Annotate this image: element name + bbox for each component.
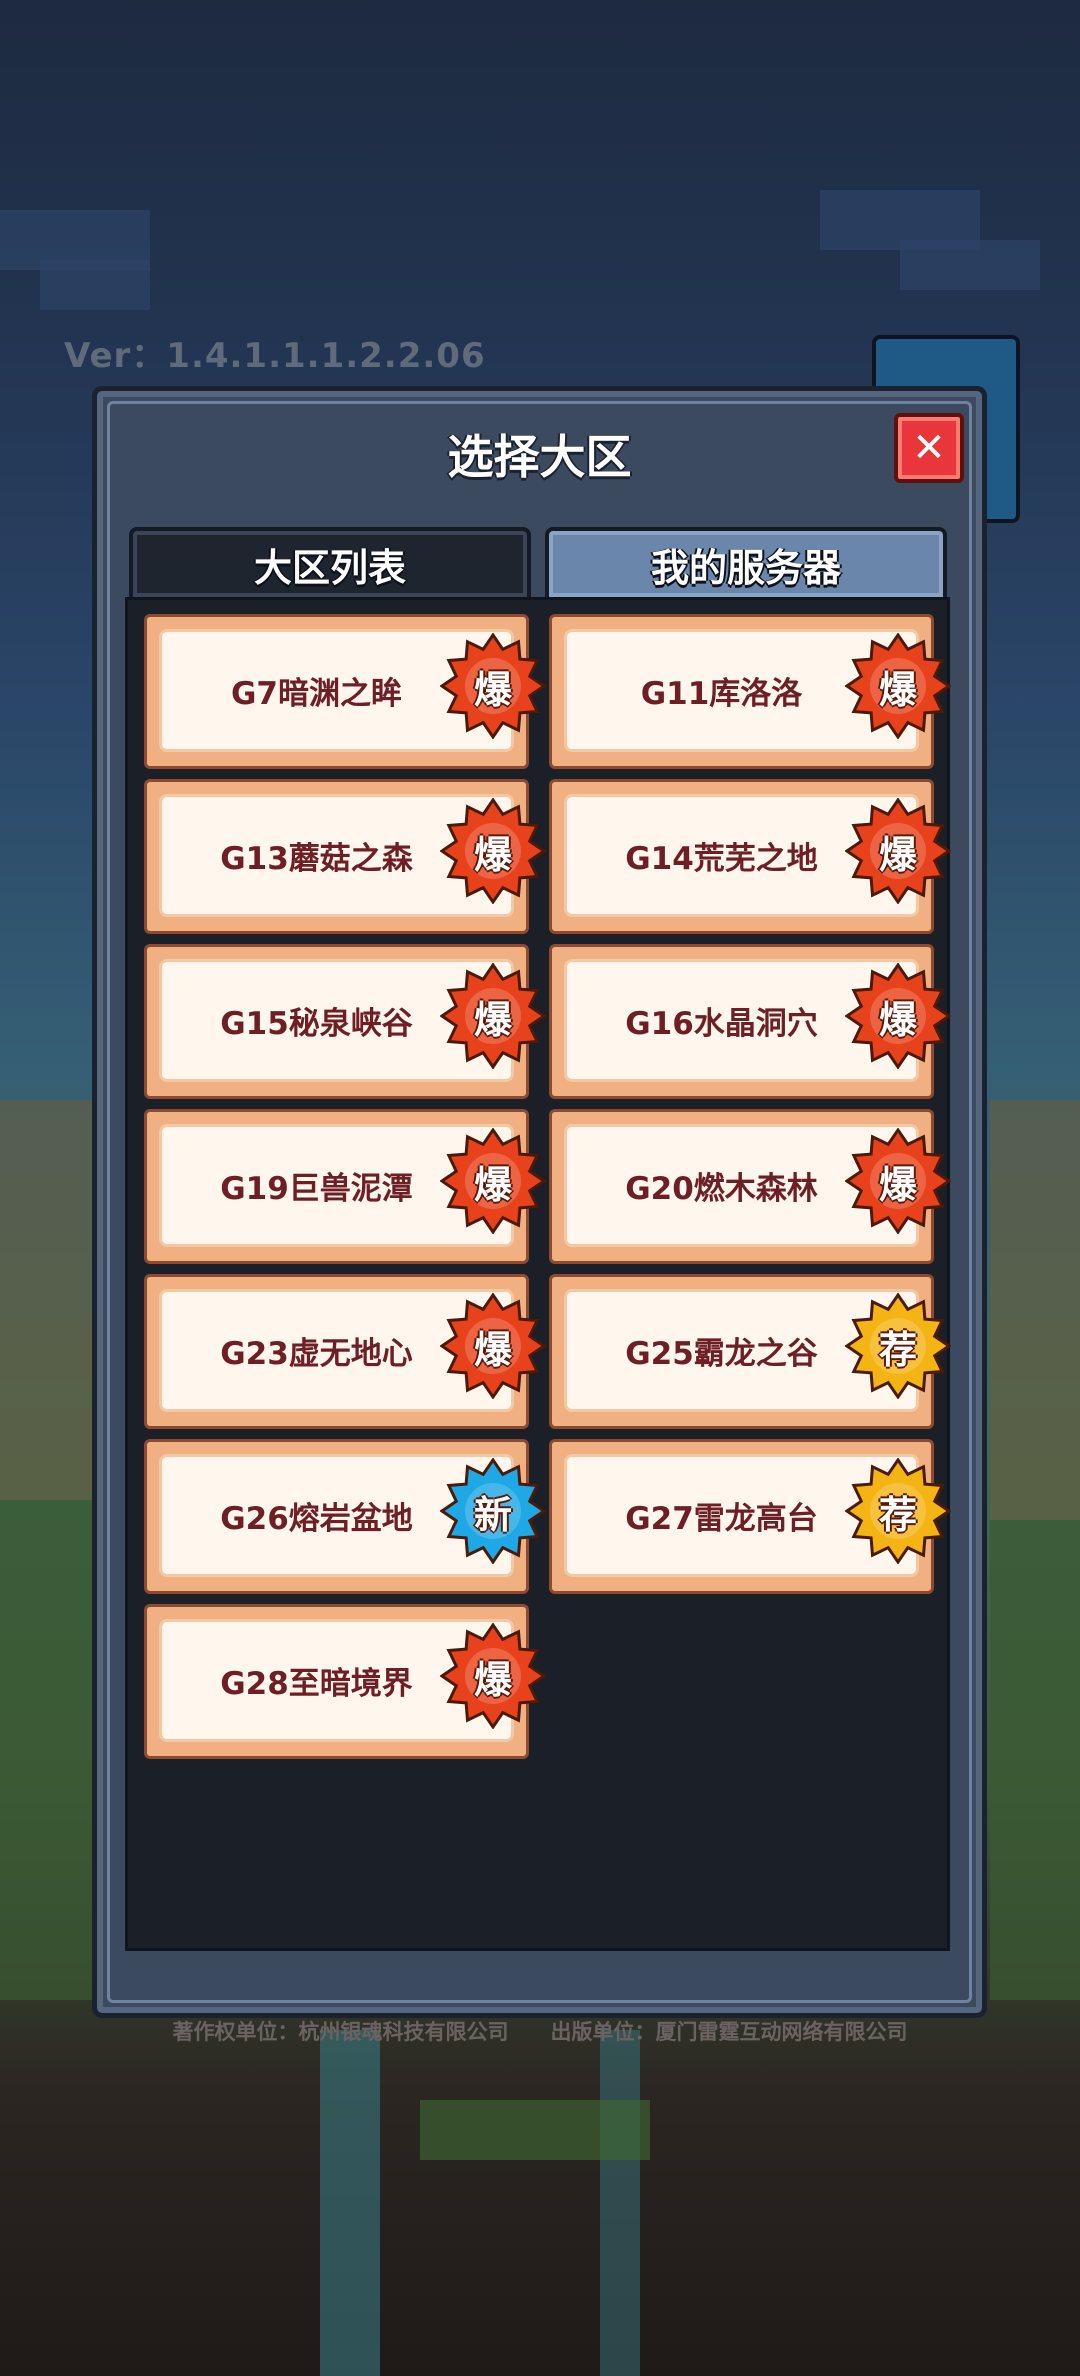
background-terrain xyxy=(990,1100,1080,1520)
server-item[interactable]: G25霸龙之谷 荐 xyxy=(549,1274,951,1429)
server-badge-hot: 爆 xyxy=(440,798,546,904)
server-badge-hot: 爆 xyxy=(440,1293,546,1399)
server-badge-hot: 爆 xyxy=(440,963,546,1069)
server-name: G25霸龙之谷 xyxy=(625,1336,818,1372)
version-label: Ver：1.4.1.1.1.2.2.06 xyxy=(64,336,486,376)
background-terrain xyxy=(0,1100,92,1500)
tab-region-list[interactable]: 大区列表 xyxy=(129,527,531,597)
server-badge-label: 爆 xyxy=(473,1327,512,1372)
server-badge-hot: 爆 xyxy=(845,963,951,1069)
server-name: G19巨兽泥潭 xyxy=(220,1171,413,1207)
server-name: G23虚无地心 xyxy=(220,1336,413,1372)
server-name: G20燃木森林 xyxy=(625,1171,818,1207)
background-cloud xyxy=(900,240,1040,290)
server-badge-recommend: 荐 xyxy=(845,1293,951,1399)
background-terrain xyxy=(0,1500,92,2000)
server-item[interactable]: G16水晶洞穴 爆 xyxy=(549,944,951,1099)
server-item[interactable]: G15秘泉峡谷 爆 xyxy=(144,944,546,1099)
server-badge-recommend: 荐 xyxy=(845,1458,951,1564)
server-badge-label: 爆 xyxy=(473,1657,512,1702)
background-grass xyxy=(420,2100,650,2160)
server-name: G16水晶洞穴 xyxy=(625,1006,818,1042)
server-badge-hot: 爆 xyxy=(845,633,951,739)
background-waterfall xyxy=(600,2030,640,2376)
server-item[interactable]: G13蘑菇之森 爆 xyxy=(144,779,546,934)
server-item[interactable]: G23虚无地心 爆 xyxy=(144,1274,546,1429)
server-name: G15秘泉峡谷 xyxy=(220,1006,413,1042)
server-badge-hot: 爆 xyxy=(440,1128,546,1234)
server-name: G14荒芜之地 xyxy=(625,841,818,877)
close-button[interactable]: ✕ xyxy=(894,413,964,483)
server-item[interactable]: G20燃木森林 爆 xyxy=(549,1109,951,1264)
server-list: G7暗渊之眸爆 G11库洛洛爆 G13蘑菇之森爆 G14荒芜之地爆 G15秘泉峡谷爆 G1… xyxy=(125,597,951,1951)
close-icon: ✕ xyxy=(912,425,946,471)
server-name: G26熔岩盆地 xyxy=(220,1501,413,1537)
background-terrain xyxy=(990,1520,1080,2000)
server-badge-label: 荐 xyxy=(878,1492,917,1537)
server-badge-hot: 爆 xyxy=(440,633,546,739)
background-cloud xyxy=(40,260,150,310)
server-item[interactable]: G26熔岩盆地 新 xyxy=(144,1439,546,1594)
server-name: G27雷龙高台 xyxy=(625,1501,818,1537)
server-badge-label: 爆 xyxy=(878,997,917,1042)
tab-my-servers[interactable]: 我的服务器 xyxy=(545,527,947,597)
server-select-dialog: 选择大区 ✕ 大区列表 我的服务器 G7暗渊之眸爆 G11库洛洛爆 G13蘑菇之森爆… xyxy=(92,386,987,2018)
server-badge-label: 爆 xyxy=(878,832,917,877)
server-name: G11库洛洛 xyxy=(640,676,803,712)
server-item[interactable]: G14荒芜之地 爆 xyxy=(549,779,951,934)
server-badge-label: 爆 xyxy=(878,1162,917,1207)
server-badge-hot: 爆 xyxy=(845,1128,951,1234)
server-badge-label: 爆 xyxy=(473,997,512,1042)
server-item[interactable]: G11库洛洛 爆 xyxy=(549,614,951,769)
background-waterfall xyxy=(320,2030,380,2376)
server-badge-hot: 爆 xyxy=(845,798,951,904)
server-badge-new: 新 xyxy=(440,1458,546,1564)
server-name: G28至暗境界 xyxy=(220,1666,413,1702)
server-badge-hot: 爆 xyxy=(440,1623,546,1729)
server-badge-label: 爆 xyxy=(878,667,917,712)
server-badge-label: 爆 xyxy=(473,667,512,712)
server-badge-label: 新 xyxy=(473,1492,512,1537)
dialog-title: 选择大区 xyxy=(447,430,632,484)
server-item[interactable]: G7暗渊之眸 爆 xyxy=(144,614,546,769)
server-badge-label: 荐 xyxy=(878,1327,917,1372)
server-badge-label: 爆 xyxy=(473,1162,512,1207)
server-item[interactable]: G28至暗境界 爆 xyxy=(144,1604,546,1759)
copyright-text: 著作权单位：杭州银魂科技有限公司 出版单位：厦门雷霆互动网络有限公司 xyxy=(172,2020,908,2044)
server-badge-label: 爆 xyxy=(473,832,512,877)
server-name: G7暗渊之眸 xyxy=(230,676,402,712)
server-item[interactable]: G27雷龙高台 荐 xyxy=(549,1439,951,1594)
server-name: G13蘑菇之森 xyxy=(220,841,413,877)
server-item[interactable]: G19巨兽泥潭 爆 xyxy=(144,1109,546,1264)
